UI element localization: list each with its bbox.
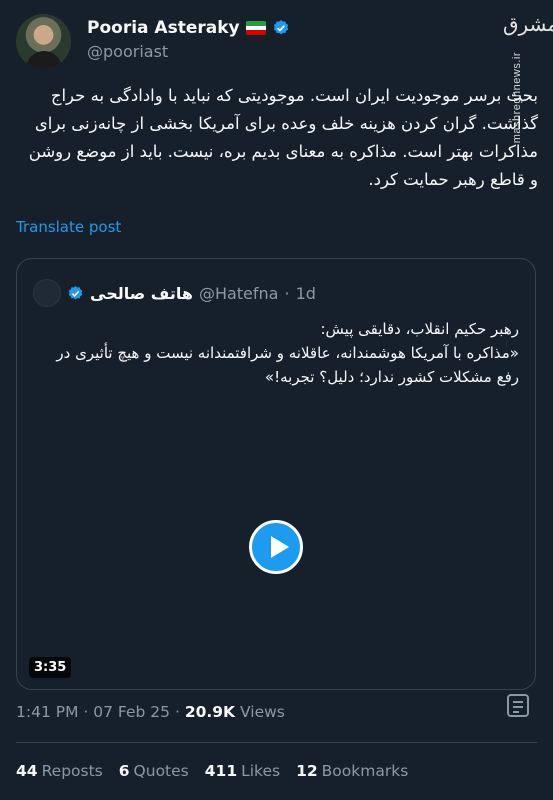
bookmarks-stat[interactable]: 12 Bookmarks <box>296 762 408 780</box>
likes-label: Likes <box>241 762 281 780</box>
reposts-count: 44 <box>16 762 38 780</box>
reposts-label: Reposts <box>41 762 103 780</box>
watermark-logo: مشرق <box>503 12 553 36</box>
likes-count: 411 <box>204 762 238 780</box>
quoted-text: رهبر حکیم انقلاب، دقایقی پیش: «مذاکره با… <box>39 317 519 389</box>
author-handle[interactable]: @pooriast <box>87 42 290 61</box>
quoted-text-body: رهبر حکیم انقلاب، دقایقی پیش: «مذاکره با… <box>56 320 519 386</box>
quoted-handle: @Hatefna <box>198 283 279 303</box>
iran-flag-icon <box>245 21 266 35</box>
reposts-stat[interactable]: 44 Reposts <box>16 762 103 780</box>
post-text: بحث برسر موجودیت ایران است. موجودیتی که … <box>28 86 538 189</box>
views-label: Views <box>240 703 285 721</box>
quotes-label: Quotes <box>133 762 189 780</box>
bookmarks-count: 12 <box>296 762 318 780</box>
quotes-stat[interactable]: 6 Quotes <box>119 762 189 780</box>
views-count: 20.9K <box>184 703 236 721</box>
divider <box>16 742 537 743</box>
separator-dot: · <box>284 283 290 303</box>
post-header: Pooria Asteraky @pooriast <box>16 14 536 72</box>
video-player[interactable]: 3:35 <box>17 409 535 689</box>
verified-badge-icon <box>273 20 288 35</box>
play-button-icon[interactable] <box>249 520 303 574</box>
post-analytics-icon[interactable] <box>505 690 533 720</box>
quoted-post-header: هاتف صالحی @Hatefna · 1d <box>33 279 316 307</box>
quotes-count: 6 <box>118 762 130 780</box>
quoted-post[interactable]: هاتف صالحی @Hatefna · 1d رهبر حکیم انقلا… <box>16 258 536 690</box>
post-meta: 1:41 PM · 07 Feb 25 · 20.9K Views <box>16 703 285 721</box>
author-display-name[interactable]: Pooria Asteraky <box>87 18 240 38</box>
post-time[interactable]: 1:41 PM <box>16 703 78 721</box>
video-duration: 3:35 <box>29 657 72 678</box>
separator-dot: · <box>174 703 185 721</box>
separator-dot: · <box>83 703 94 721</box>
translate-post-link[interactable]: Translate post <box>16 218 121 236</box>
post-date[interactable]: 07 Feb 25 <box>93 703 170 721</box>
bookmarks-label: Bookmarks <box>321 762 409 780</box>
engagement-stats: 44 Reposts 6 Quotes 411 Likes 12 Bookmarks <box>16 762 408 780</box>
verified-badge-icon <box>68 285 83 300</box>
avatar[interactable] <box>16 14 71 69</box>
quoted-avatar[interactable] <box>33 279 61 307</box>
quoted-display-name: هاتف صالحی <box>90 283 193 303</box>
author-block: Pooria Asteraky @pooriast <box>87 18 290 61</box>
likes-stat[interactable]: 411 Likes <box>205 762 280 780</box>
quoted-age: 1d <box>295 283 316 303</box>
